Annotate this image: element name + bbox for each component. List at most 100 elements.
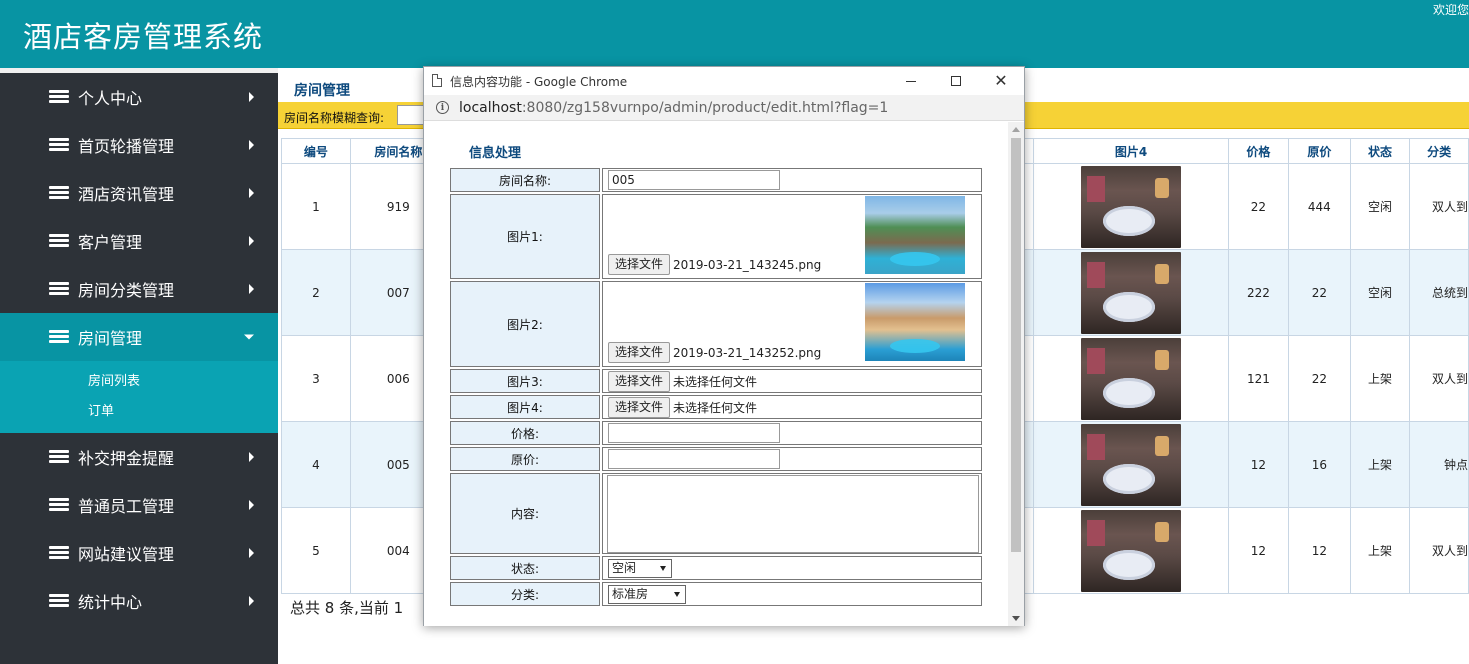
sidebar-item-label: 首页轮播管理 — [78, 137, 175, 156]
sidebar: 个人中心 首页轮播管理 酒店资讯管理 客户管理 房间分类管理 房间管理 房间列表… — [0, 73, 278, 664]
field-label: 状态: — [450, 556, 600, 580]
submenu-item-room-list[interactable]: 房间列表 — [0, 367, 278, 397]
minimize-button[interactable] — [896, 70, 926, 92]
field-label: 原价: — [450, 447, 600, 471]
sidebar-item-news[interactable]: 酒店资讯管理 — [0, 169, 278, 217]
layers-icon — [49, 450, 69, 464]
chevron-right-icon — [249, 188, 254, 198]
status-select[interactable]: 空闲 — [608, 558, 672, 578]
room-name-input[interactable]: 005 — [608, 170, 780, 190]
sidebar-item-deposit-reminder[interactable]: 补交押金提醒 — [0, 433, 278, 481]
sidebar-item-label: 客户管理 — [78, 233, 143, 252]
cell-status: 空闲 — [1349, 163, 1411, 250]
col-header-id: 编号 — [281, 138, 351, 164]
close-button[interactable]: ✕ — [986, 70, 1016, 92]
chevron-right-icon — [249, 452, 254, 462]
sidebar-item-label: 统计中心 — [78, 593, 143, 612]
cell-category: 钟点 — [1409, 421, 1469, 508]
url-path: :8080/zg158vurnpo/admin/product/edit.htm… — [521, 100, 889, 116]
field-value-cell: 选择文件 未选择任何文件 — [602, 395, 982, 419]
scroll-down-arrow-icon[interactable] — [1012, 616, 1020, 621]
close-icon: ✕ — [994, 71, 1008, 90]
cell-orig-price: 12 — [1287, 507, 1351, 594]
cell-price: 12 — [1227, 507, 1289, 594]
sidebar-item-label: 房间管理 — [78, 329, 143, 348]
sidebar-item-label: 网站建议管理 — [78, 545, 175, 564]
sidebar-item-room-category[interactable]: 房间分类管理 — [0, 265, 278, 313]
chevron-right-icon — [249, 236, 254, 246]
layers-icon — [49, 330, 69, 344]
app-header: 酒店客房管理系统 欢迎您 — [0, 0, 1469, 68]
sidebar-item-carousel[interactable]: 首页轮播管理 — [0, 121, 278, 169]
cell-price: 22 — [1227, 163, 1289, 250]
chevron-right-icon — [249, 548, 254, 558]
sidebar-item-personal-center[interactable]: 个人中心 — [0, 73, 278, 121]
popup-url-bar[interactable]: i localhost:8080/zg158vurnpo/admin/produ… — [424, 95, 1024, 121]
image2-choose-file-button[interactable]: 选择文件 — [608, 342, 671, 363]
sidebar-item-label: 补交押金提醒 — [78, 449, 175, 468]
pagination-summary: 总共 8 条,当前 1 — [290, 599, 404, 617]
sidebar-item-label: 个人中心 — [78, 89, 143, 108]
cell-orig-price: 22 — [1287, 249, 1351, 336]
maximize-button[interactable] — [941, 70, 971, 92]
sidebar-item-rooms[interactable]: 房间管理 — [0, 313, 278, 361]
sidebar-item-label: 房间分类管理 — [78, 281, 175, 300]
room-thumbnail — [1081, 423, 1182, 506]
form-row-price: 价格: — [450, 421, 982, 445]
cell-image4 — [1033, 163, 1229, 250]
image3-choose-file-button[interactable]: 选择文件 — [608, 370, 671, 392]
cell-id: 4 — [281, 421, 351, 508]
form-row-image2: 图片2: 选择文件 2019-03-21_143252.png — [450, 281, 982, 367]
form-row-status: 状态: 空闲 — [450, 556, 982, 580]
search-label: 房间名称模糊查询: — [284, 111, 385, 125]
document-icon — [432, 74, 442, 87]
chevron-right-icon — [249, 596, 254, 606]
field-value-cell — [602, 421, 982, 445]
sidebar-item-label: 酒店资讯管理 — [78, 185, 175, 204]
cell-image4 — [1033, 421, 1229, 508]
image1-file-name: 2019-03-21_143245.png — [673, 257, 822, 272]
sidebar-submenu: 房间列表 订单 — [0, 361, 278, 433]
submenu-item-orders[interactable]: 订单 — [0, 397, 278, 427]
form-row-content: 内容: — [450, 473, 982, 554]
cell-id: 2 — [281, 249, 351, 336]
sidebar-item-label: 普通员工管理 — [78, 497, 175, 516]
app-title: 酒店客房管理系统 — [23, 20, 264, 54]
cell-price: 121 — [1227, 335, 1289, 422]
layers-icon — [49, 498, 69, 512]
image1-choose-file-button[interactable]: 选择文件 — [608, 254, 671, 275]
room-thumbnail — [1081, 509, 1182, 592]
info-icon[interactable]: i — [436, 101, 449, 114]
maximize-icon — [951, 76, 961, 86]
room-thumbnail — [1081, 337, 1182, 420]
col-header-category: 分类 — [1409, 138, 1469, 164]
popup-window-title: 信息内容功能 - Google Chrome — [450, 75, 628, 89]
sidebar-item-statistics[interactable]: 统计中心 — [0, 577, 278, 625]
price-input[interactable] — [608, 423, 780, 443]
field-label: 内容: — [450, 473, 600, 554]
category-select[interactable]: 标准房 — [608, 584, 686, 604]
popup-titlebar[interactable]: 信息内容功能 - Google Chrome ✕ — [424, 67, 1024, 95]
content-textarea[interactable] — [607, 475, 979, 553]
form-row-image4: 图片4: 选择文件 未选择任何文件 — [450, 395, 982, 419]
orig-price-input[interactable] — [608, 449, 780, 469]
layers-icon — [49, 186, 69, 200]
field-value-cell: 空闲 — [602, 556, 982, 580]
sidebar-item-customers[interactable]: 客户管理 — [0, 217, 278, 265]
field-value-cell — [602, 447, 982, 471]
field-value-cell: 标准房 — [602, 582, 982, 606]
chevron-down-icon — [244, 334, 254, 340]
popup-scrollbar[interactable] — [1008, 122, 1024, 626]
scroll-thumb[interactable] — [1011, 138, 1021, 552]
chevron-right-icon — [249, 92, 254, 102]
edit-popup-window: 信息内容功能 - Google Chrome ✕ i localhost:808… — [423, 66, 1025, 626]
field-label: 分类: — [450, 582, 600, 606]
layers-icon — [49, 546, 69, 560]
image2-preview — [865, 283, 965, 361]
sidebar-item-staff[interactable]: 普通员工管理 — [0, 481, 278, 529]
page-title: 房间管理 — [294, 83, 350, 99]
sidebar-item-suggestions[interactable]: 网站建议管理 — [0, 529, 278, 577]
cell-image4 — [1033, 335, 1229, 422]
scroll-up-arrow-icon[interactable] — [1012, 127, 1020, 132]
image4-choose-file-button[interactable]: 选择文件 — [608, 396, 671, 418]
